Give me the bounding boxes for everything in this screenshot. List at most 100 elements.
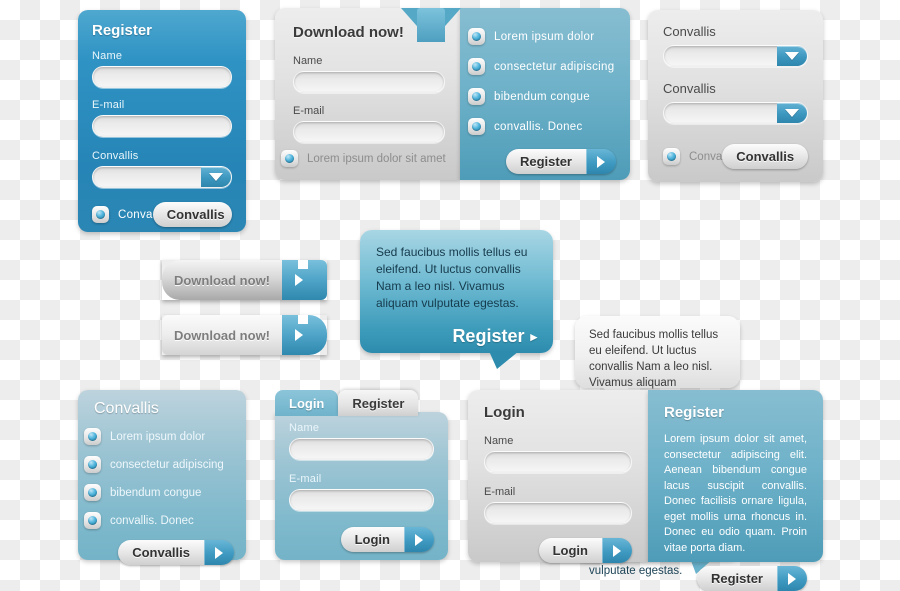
split-login-button[interactable]: Login — [538, 538, 632, 563]
tabs-name-input[interactable] — [289, 438, 434, 460]
arrow-right-icon — [586, 149, 616, 174]
register-speech-bubble-text: Sed faucibus mollis tellus eu eleifend. … — [376, 245, 528, 310]
select-panel-checkbox[interactable]: Conva — [663, 148, 722, 165]
conva-checkbox-label: Conva — [118, 208, 153, 221]
select-panel-button[interactable]: Convallis — [722, 144, 808, 169]
register-panel: Register Name E-mail Convallis Conva Con… — [78, 10, 246, 232]
convallis-list-button-label: Convallis — [118, 540, 204, 565]
split-login-button-label: Login — [538, 538, 602, 563]
split-login-email-input[interactable] — [484, 502, 632, 524]
list-item[interactable]: bibendum congue — [84, 484, 246, 501]
tab-login[interactable]: Login — [275, 390, 339, 416]
radio-icon[interactable] — [468, 58, 485, 75]
list-item-label: bibendum congue — [110, 486, 202, 499]
split-login-name-label: Name — [484, 435, 514, 447]
radio-icon[interactable] — [468, 88, 485, 105]
convallis-select[interactable] — [92, 166, 232, 188]
arrow-right-icon: ▸ — [530, 328, 537, 344]
email-label: E-mail — [92, 99, 125, 111]
select-panel-button-label: Convallis — [722, 144, 808, 169]
split-login-name-input[interactable] — [484, 451, 632, 473]
list-item[interactable]: convallis. Donec — [84, 512, 246, 529]
select-one[interactable] — [663, 45, 808, 67]
radio-icon[interactable] — [281, 150, 298, 167]
download-now-button-rounded[interactable]: Download now! — [162, 260, 327, 300]
convallis-label: Convallis — [92, 150, 139, 162]
list-item[interactable]: Lorem ipsum dolor — [84, 428, 246, 445]
register-speech-bubble: Sed faucibus mollis tellus eu eleifend. … — [360, 230, 553, 369]
arrow-right-icon — [404, 527, 434, 552]
register-panel-title: Register — [92, 22, 153, 39]
list-item-label: bibendum congue — [494, 90, 590, 103]
split-panel: Login Name E-mail Login Register Lorem i… — [468, 390, 823, 591]
convallis-button-label: Convallis — [152, 202, 232, 227]
list-item-label: consectetur adipiscing — [110, 458, 224, 471]
list-item[interactable]: consectetur adipiscing — [84, 456, 246, 473]
convallis-list-title: Convallis — [94, 400, 159, 417]
download-panel: Download now! Name E-mail Lorem ipsum do… — [275, 8, 630, 180]
list-item[interactable]: Lorem ipsum dolor — [468, 28, 630, 45]
list-item-label: consectetur adipiscing — [494, 60, 615, 73]
email-input[interactable] — [92, 115, 232, 137]
download-register-button-label: Register — [505, 149, 586, 174]
conva-checkbox[interactable]: Conva — [92, 206, 153, 223]
select-two-label: Convallis — [663, 81, 716, 96]
download-email-label: E-mail — [293, 105, 325, 117]
list-item[interactable]: consectetur adipiscing — [468, 58, 630, 75]
list-item-label: convallis. Donec — [494, 120, 583, 133]
select-panel: Convallis Convallis Conva Convallis — [648, 10, 823, 182]
tabs-email-input[interactable] — [289, 489, 434, 511]
gray-speech-bubble: Sed faucibus mollis tellus eu eleifend. … — [575, 316, 740, 405]
split-register-button[interactable]: Register — [696, 566, 807, 591]
download-name-input[interactable] — [293, 71, 445, 93]
radio-icon[interactable] — [84, 428, 101, 445]
radio-icon[interactable] — [663, 148, 680, 165]
download-consent-checkbox[interactable]: Lorem ipsum dolor sit amet — [281, 150, 446, 167]
tabs-login-button[interactable]: Login — [340, 527, 434, 552]
list-item-label: Lorem ipsum dolor — [110, 430, 206, 443]
list-item-label: convallis. Donec — [110, 514, 194, 527]
download-arrow-icon — [282, 260, 327, 300]
radio-icon[interactable] — [84, 456, 101, 473]
tabs-login-button-label: Login — [340, 527, 404, 552]
split-register-body: Lorem ipsum dolor sit amet, consectetur … — [664, 433, 807, 554]
select-one-label: Convallis — [663, 24, 716, 39]
download-email-input[interactable] — [293, 121, 445, 143]
list-item[interactable]: convallis. Donec — [468, 118, 630, 135]
select-two[interactable] — [663, 102, 808, 124]
radio-icon[interactable] — [84, 484, 101, 501]
arrow-right-icon — [204, 540, 234, 565]
ui-kit-canvas: Register Name E-mail Convallis Conva Con… — [0, 0, 900, 591]
download-now-button-square[interactable]: Download now! — [162, 315, 327, 355]
download-register-button[interactable]: Register — [505, 149, 616, 174]
download-consent-label: Lorem ipsum dolor sit amet — [307, 152, 446, 165]
convallis-button[interactable]: Convallis — [152, 202, 232, 227]
download-name-label: Name — [293, 55, 323, 67]
chevron-down-icon[interactable] — [201, 167, 231, 187]
name-label: Name — [92, 50, 123, 62]
bubble-tail — [489, 351, 519, 369]
tabs-name-label: Name — [289, 422, 320, 434]
radio-icon[interactable] — [84, 512, 101, 529]
bubble-register-cta-label: Register — [452, 326, 525, 346]
tabs-panel-body: Name E-mail Login — [275, 412, 448, 560]
download-now-button-square-label: Download now! — [162, 315, 282, 355]
radio-icon[interactable] — [468, 118, 485, 135]
arrow-right-icon — [602, 538, 632, 563]
bubble-register-cta[interactable]: Register ▸ — [376, 326, 537, 347]
split-register-title: Register — [664, 404, 725, 421]
convallis-list-button[interactable]: Convallis — [118, 540, 234, 565]
name-input[interactable] — [92, 66, 232, 88]
tab-register[interactable]: Register — [338, 390, 419, 416]
download-arrow-icon — [282, 315, 327, 355]
split-login-email-label: E-mail — [484, 486, 516, 498]
radio-icon[interactable] — [468, 28, 485, 45]
tabs-panel: Login Register Name E-mail Login — [275, 390, 448, 560]
list-item[interactable]: bibendum congue — [468, 88, 630, 105]
download-bullet-list: Lorem ipsum dolor consectetur adipiscing… — [460, 28, 630, 135]
convallis-bullet-list: Lorem ipsum dolor consectetur adipiscing… — [78, 428, 246, 529]
chevron-down-icon[interactable] — [777, 46, 807, 66]
chevron-down-icon[interactable] — [777, 103, 807, 123]
radio-icon[interactable] — [92, 206, 109, 223]
split-panel-register: Register Lorem ipsum dolor sit amet, con… — [648, 390, 823, 591]
